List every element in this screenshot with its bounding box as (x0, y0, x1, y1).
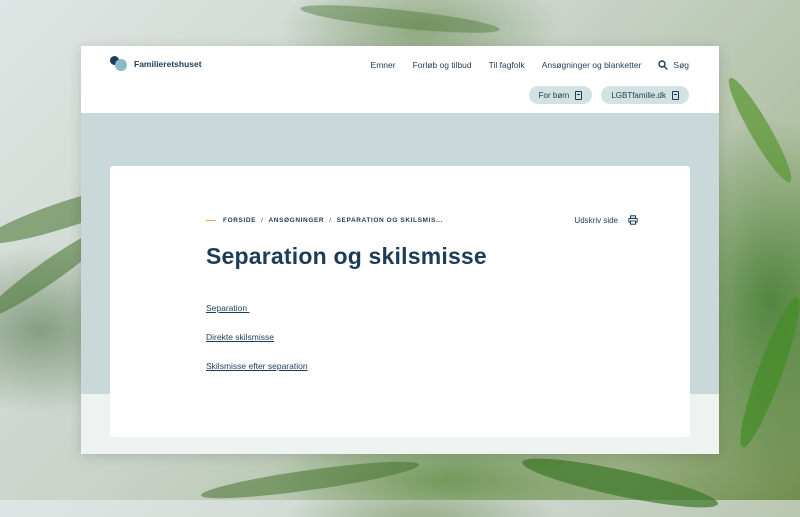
nav-item-emner[interactable]: Emner (371, 60, 396, 70)
link-separation[interactable]: Separation (206, 303, 308, 313)
leaf (721, 73, 799, 187)
search-button[interactable]: Søg (658, 60, 689, 70)
lgbtfamilie-button[interactable]: LGBTfamilie.dk (601, 86, 689, 104)
nav-item-til-fagfolk[interactable]: Til fagfolk (489, 60, 525, 70)
for-boern-button[interactable]: For børn (528, 86, 593, 104)
breadcrumb-accent (206, 219, 216, 222)
leaf (199, 454, 421, 506)
print-icon (628, 215, 638, 225)
leaf (519, 449, 721, 517)
breadcrumb: FORSIDE / ANSØGNINGER / SEPARATION OG SK… (206, 217, 443, 224)
breadcrumb-current: SEPARATION OG SKILSMIS... (336, 217, 444, 224)
print-button[interactable]: Udskriv side (574, 215, 638, 225)
link-list: Separation Direkte skilsmisse Skilsmisse… (206, 303, 308, 390)
search-icon (658, 60, 669, 70)
browser-page: Familieretshuset Emner Forløb og tilbud … (81, 46, 719, 454)
logo-icon (110, 56, 130, 72)
page-title: Separation og skilsmisse (206, 243, 487, 269)
breadcrumb-forside[interactable]: FORSIDE (223, 217, 256, 224)
external-link-icon (575, 90, 583, 100)
link-direkte-skilsmisse[interactable]: Direkte skilsmisse (206, 332, 308, 342)
print-label: Udskriv side (574, 215, 618, 225)
nav-item-forloeb-og-tilbud[interactable]: Forløb og tilbud (413, 60, 472, 70)
breadcrumb-separator: / (261, 217, 264, 224)
external-links: For børn LGBTfamilie.dk (528, 86, 689, 104)
main-nav: Emner Forløb og tilbud Til fagfolk Ansøg… (371, 60, 689, 70)
breadcrumb-separator: / (329, 217, 332, 224)
logo-text: Familieretshuset (134, 59, 202, 69)
content-card: FORSIDE / ANSØGNINGER / SEPARATION OG SK… (110, 166, 690, 437)
search-label: Søg (673, 60, 689, 70)
link-skilsmisse-efter-separation[interactable]: Skilsmisse efter separation (206, 361, 308, 371)
leaf (299, 0, 501, 39)
pill-label: For børn (538, 90, 570, 100)
leaf (731, 292, 800, 452)
breadcrumb-ansoegninger[interactable]: ANSØGNINGER (269, 217, 325, 224)
logo[interactable]: Familieretshuset (110, 56, 202, 72)
pill-label: LGBTfamilie.dk (611, 90, 666, 100)
external-link-icon (672, 90, 679, 100)
site-header: Familieretshuset Emner Forløb og tilbud … (81, 46, 719, 113)
nav-item-ansoegninger-og-blanketter[interactable]: Ansøgninger og blanketter (542, 60, 642, 70)
